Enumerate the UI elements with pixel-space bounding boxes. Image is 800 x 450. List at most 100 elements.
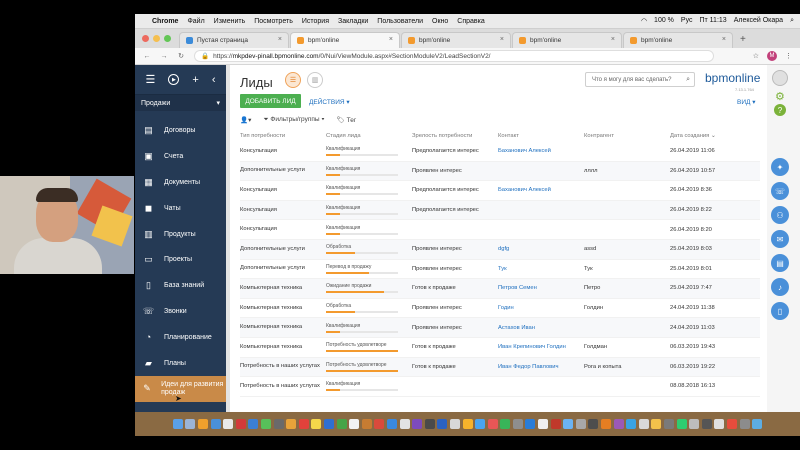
dock-app-icon[interactable]	[261, 419, 271, 429]
input-source[interactable]: Рус	[681, 17, 693, 25]
dock-app-icon[interactable]	[689, 419, 700, 429]
dock-app-icon[interactable]	[412, 419, 423, 429]
new-tab-icon[interactable]: +	[734, 34, 746, 48]
view-menu[interactable]: ВИД ▾	[737, 98, 755, 106]
dock-app-icon[interactable]	[500, 419, 511, 429]
cell-contact-link[interactable]: dgfg	[498, 246, 584, 252]
hamburger-menu-icon[interactable]: ☰	[146, 73, 156, 86]
sidebar-item[interactable]: ◼ Чаты	[135, 195, 226, 221]
menu-file[interactable]: Файл	[187, 18, 204, 25]
back-icon[interactable]: ←	[142, 53, 152, 60]
dock-app-icon[interactable]	[512, 419, 523, 429]
dock-app-icon[interactable]	[185, 419, 196, 429]
dock-app-icon[interactable]	[235, 419, 246, 429]
dock-app-icon[interactable]	[752, 419, 763, 429]
feed-icon[interactable]: ▤	[771, 254, 789, 272]
dock-app-icon[interactable]	[399, 419, 410, 429]
dock-app-icon[interactable]	[449, 419, 460, 429]
browser-tab[interactable]: bpm'online ×	[290, 32, 400, 48]
tag-button[interactable]: 🏷 Тег	[337, 116, 357, 124]
process-icon[interactable]: ⚇	[771, 206, 789, 224]
close-tab-icon[interactable]: ×	[389, 36, 393, 43]
dock-app-icon[interactable]	[525, 419, 536, 429]
dock-app-icon[interactable]	[374, 419, 385, 429]
close-tab-icon[interactable]: ×	[722, 36, 726, 43]
dock-app-icon[interactable]	[198, 419, 209, 429]
filters-groups-button[interactable]: ⏷ Фильтры/группы ▾	[263, 116, 324, 124]
cell-contact-link[interactable]: Баханович Алексей	[498, 148, 584, 154]
browser-tab[interactable]: bpm'online ×	[623, 32, 733, 48]
header-created[interactable]: Дата создания ⌄	[670, 133, 750, 139]
dock-app-icon[interactable]	[273, 419, 284, 429]
settings-gear-icon[interactable]: ⚙	[775, 90, 785, 103]
search-icon[interactable]: ⌕	[686, 76, 690, 84]
dock-app-icon[interactable]	[664, 419, 674, 429]
address-bar[interactable]: 🔒 https:// mkpdev-pinall.bpmonline.com /…	[194, 50, 714, 62]
cell-contact-link[interactable]: Тук	[498, 266, 584, 272]
dock-app-icon[interactable]	[286, 419, 297, 429]
table-row[interactable]: Консультация Квалификация 26.04.2019 8:20	[240, 220, 760, 240]
close-tab-icon[interactable]: ×	[611, 36, 615, 43]
chrome-menu-icon[interactable]: ⋮	[785, 52, 792, 60]
sidebar-item[interactable]: ▯ База знаний	[135, 273, 226, 299]
email-icon[interactable]: ✉	[771, 230, 789, 248]
actions-menu[interactable]: ДЕЙСТВИЯ ▾	[309, 98, 350, 106]
list-view-icon[interactable]: ☰	[285, 72, 301, 88]
menu-window[interactable]: Окно	[432, 18, 448, 25]
dock-app-icon[interactable]	[424, 419, 435, 429]
menu-edit[interactable]: Изменить	[214, 18, 246, 25]
dock-app-icon[interactable]	[575, 419, 586, 429]
dock-app-icon[interactable]	[701, 419, 712, 429]
menu-users[interactable]: Пользователи	[377, 18, 423, 25]
table-row[interactable]: Потребность в наших услугах Квалификация 0…	[240, 377, 760, 397]
table-row[interactable]: Компьютерная техника Потребность удовлетв…	[240, 338, 760, 358]
sidebar-item[interactable]: ☏ Звонки	[135, 299, 226, 325]
header-maturity[interactable]: Зрелость потребности	[412, 133, 498, 139]
table-row[interactable]: Консультация Квалификация Предполагается и…	[240, 181, 760, 201]
search-icon[interactable]: ⌕	[790, 17, 794, 25]
user-name[interactable]: Алексей Окара	[734, 17, 783, 25]
dock-app-icon[interactable]	[651, 419, 662, 429]
dock-app-icon[interactable]	[323, 419, 334, 429]
sidebar-item[interactable]: ◔ Планирование	[135, 324, 226, 350]
dock-app-icon[interactable]	[248, 419, 259, 429]
browser-tab[interactable]: bpm'online ×	[512, 32, 622, 48]
battery-status[interactable]: 100 %	[654, 17, 674, 25]
menu-bookmarks[interactable]: Закладки	[338, 18, 368, 25]
table-row[interactable]: Компьютерная техника Квалификация Проявлен…	[240, 318, 760, 338]
dock-app-icon[interactable]	[172, 419, 183, 429]
sidebar-item[interactable]: ▰ Планы	[135, 350, 226, 376]
dock-app-icon[interactable]	[437, 419, 448, 429]
dock-app-icon[interactable]	[298, 419, 309, 429]
dock-app-icon[interactable]	[638, 419, 649, 429]
profile-avatar[interactable]: M	[767, 51, 777, 61]
phone-icon[interactable]: ☏	[771, 182, 789, 200]
command-search-input[interactable]: Что я могу для вас сделать? ⌕	[585, 72, 695, 87]
table-row[interactable]: Дополнительные услуги Перевод в продажу Пр…	[240, 260, 760, 280]
sidebar-item[interactable]: ▦ Документы	[135, 170, 226, 196]
cell-contact-link[interactable]: Астахов Иван	[498, 325, 584, 331]
table-row[interactable]: Консультация Квалификация Предполагается и…	[240, 200, 760, 221]
dock-app-icon[interactable]	[726, 419, 737, 429]
dock-app-icon[interactable]	[676, 419, 687, 429]
help-icon[interactable]: ?	[774, 104, 786, 116]
table-row[interactable]: Консультация Квалификация Предполагается и…	[240, 142, 760, 162]
header-contact[interactable]: Контакт	[498, 133, 584, 139]
sidebar-item[interactable]: ▣ Счета	[135, 144, 226, 170]
dock-app-icon[interactable]	[613, 419, 624, 429]
dock-app-icon[interactable]	[210, 419, 221, 429]
add-lead-button[interactable]: ДОБАВИТЬ ЛИД	[240, 94, 301, 108]
table-row[interactable]: Компьютерная техника Обработка Проявлен ин…	[240, 299, 760, 319]
header-need[interactable]: Тип потребности	[240, 133, 326, 140]
table-row[interactable]: Дополнительные услуги Квалификация Проявле…	[240, 161, 760, 182]
menu-help[interactable]: Справка	[457, 18, 484, 25]
bookmark-star-icon[interactable]: ☆	[753, 52, 759, 60]
reload-icon[interactable]: ↻	[176, 52, 186, 60]
tasks-icon[interactable]: ▯	[771, 302, 789, 320]
menu-history[interactable]: История	[302, 18, 329, 25]
minimize-window-icon[interactable]	[153, 35, 160, 42]
menu-view[interactable]: Посмотреть	[254, 18, 293, 25]
sidebar-item[interactable]: ▤ Договоры	[135, 118, 226, 144]
dock-app-icon[interactable]	[626, 419, 637, 429]
close-tab-icon[interactable]: ×	[500, 36, 504, 43]
